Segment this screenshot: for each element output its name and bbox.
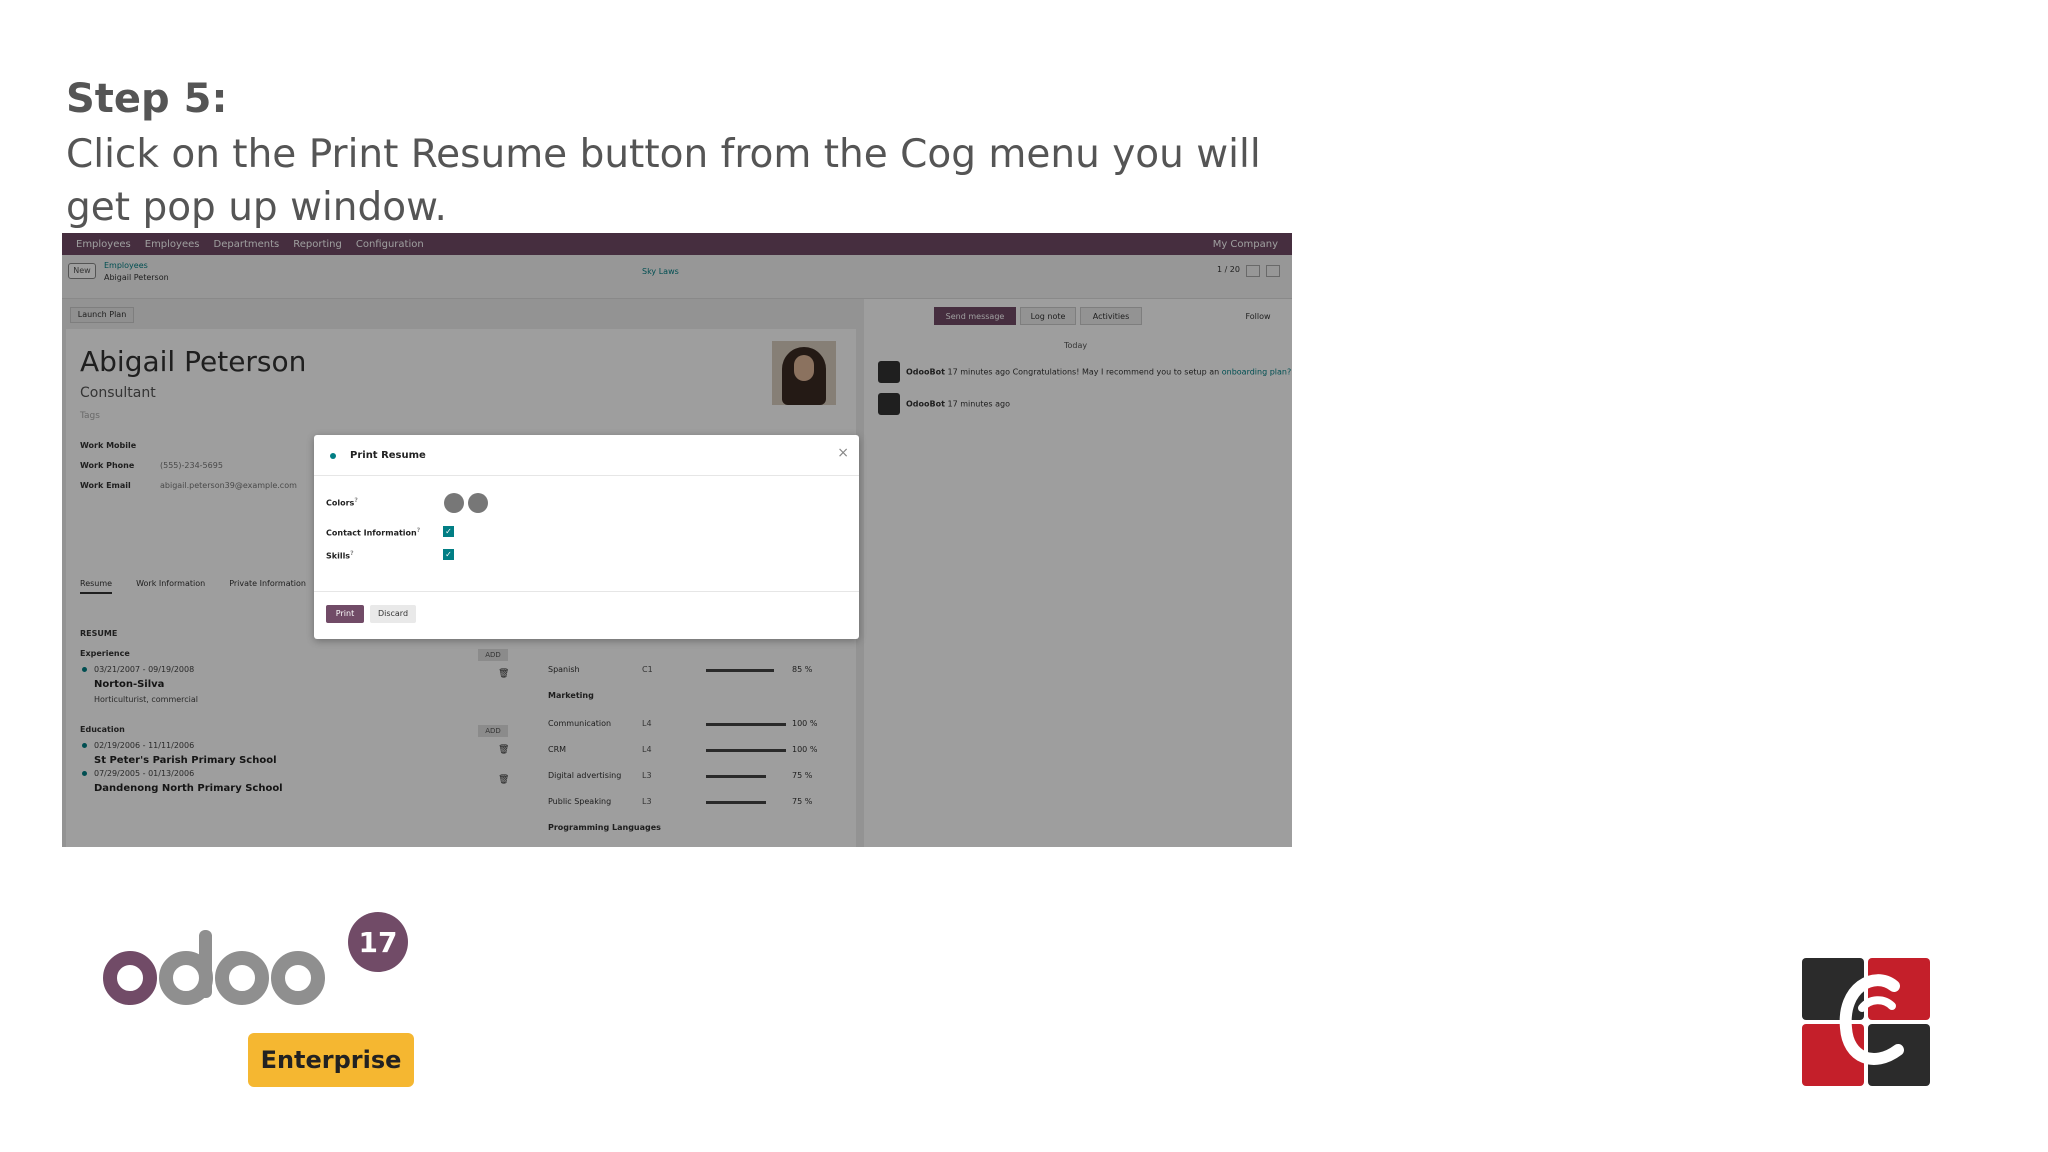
print-button[interactable]: Print [326,605,364,623]
contact-information-label: Contact Information? [326,527,421,538]
step-heading: Step 5: [66,76,228,122]
skills-checkbox[interactable]: ✓ [443,549,454,560]
close-icon[interactable]: × [837,445,849,461]
color-swatch-primary[interactable] [444,493,464,513]
dialog-title: Print Resume [350,450,426,461]
contact-information-checkbox[interactable]: ✓ [443,526,454,537]
step-description: Click on the Print Resume button from th… [66,132,1261,230]
discard-button[interactable]: Discard [370,605,416,623]
enterprise-badge: Enterprise [248,1033,414,1087]
print-resume-dialog: Print Resume × Colors? Contact Informati… [314,435,859,639]
colors-label: Colors? [326,497,358,508]
dialog-mark-icon [330,453,336,459]
odoo-version: 17 [359,926,398,959]
dialog-divider [314,591,859,592]
embedded-screenshot: Employees Employees Departments Reportin… [62,233,1292,847]
skills-label: Skills? [326,550,354,561]
company-emblem-logo [1802,958,1930,1086]
color-swatch-secondary[interactable] [468,493,488,513]
dialog-divider [314,475,859,476]
